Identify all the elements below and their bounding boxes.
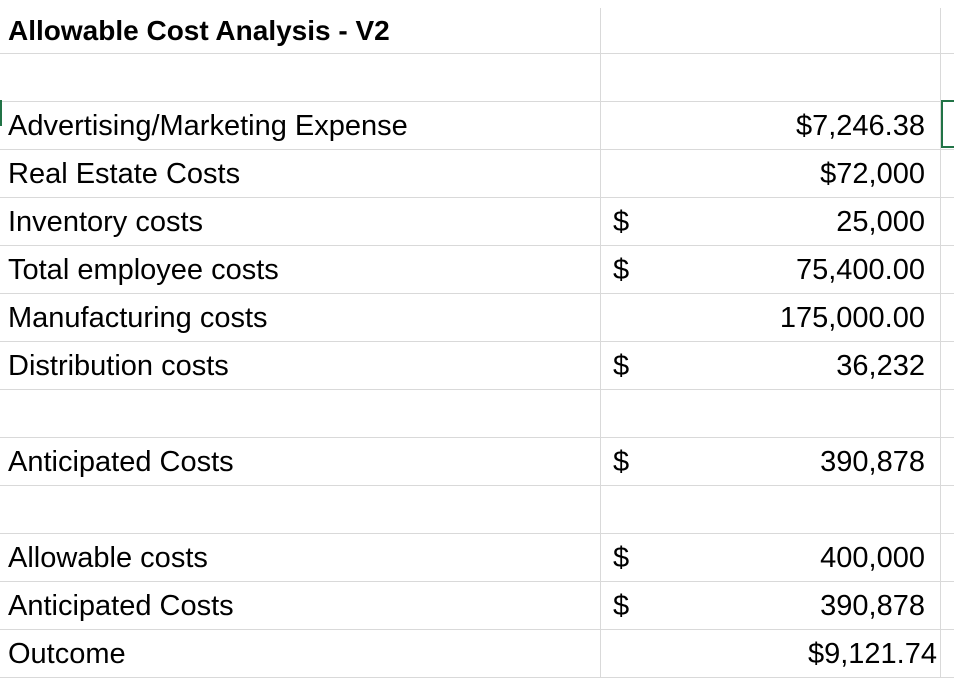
cell-value[interactable]: $72,000 xyxy=(601,150,941,197)
cell-label[interactable]: Inventory costs xyxy=(0,198,601,245)
row-label: Allowable costs xyxy=(8,542,208,574)
sheet-row-anticipated: Anticipated Costs $ 390,878 xyxy=(0,438,954,486)
sheet-row-blank xyxy=(0,486,954,534)
row-value: 36,232 xyxy=(836,350,925,382)
cell-extra[interactable] xyxy=(941,198,954,245)
sheet-title: Allowable Cost Analysis - V2 xyxy=(8,15,390,46)
sheet-row: Total employee costs $ 75,400.00 xyxy=(0,246,954,294)
cell-extra[interactable] xyxy=(941,150,954,197)
active-cell-selection[interactable] xyxy=(941,100,954,148)
cell-label[interactable]: Total employee costs xyxy=(0,246,601,293)
cell-extra[interactable] xyxy=(941,294,954,341)
sheet-row: Anticipated Costs $ 390,878 xyxy=(0,582,954,630)
cell-blank-label[interactable] xyxy=(0,486,601,533)
cell-label[interactable]: Anticipated Costs xyxy=(0,582,601,629)
sheet-row: Allowable costs $ 400,000 xyxy=(0,534,954,582)
cell-extra[interactable] xyxy=(941,342,954,389)
cell-blank-extra[interactable] xyxy=(941,486,954,533)
cell-value[interactable]: $9,121.74 xyxy=(601,630,941,677)
spreadsheet-grid: Allowable Cost Analysis - V2 Advertising… xyxy=(0,0,954,689)
cell-title-value[interactable] xyxy=(601,8,941,53)
cell-value[interactable]: $ 390,878 xyxy=(601,582,941,629)
row-value: 390,878 xyxy=(820,446,925,478)
cell-extra[interactable] xyxy=(941,534,954,581)
row-label: Inventory costs xyxy=(8,206,204,238)
row-value: $7,246.38 xyxy=(795,110,925,142)
row-value: 400,000 xyxy=(820,542,925,574)
currency-symbol: $ xyxy=(613,254,630,286)
currency-symbol: $ xyxy=(613,590,630,622)
cell-value[interactable]: $ 36,232 xyxy=(601,342,941,389)
cell-blank-value[interactable] xyxy=(601,390,941,437)
currency-symbol: $ xyxy=(613,542,630,574)
cell-extra[interactable] xyxy=(941,630,954,677)
row-value: 390,878 xyxy=(820,590,925,622)
cell-label[interactable]: Manufacturing costs xyxy=(0,294,601,341)
cell-blank-label[interactable] xyxy=(0,390,601,437)
cell-title-extra[interactable] xyxy=(941,8,954,53)
cell-blank-extra[interactable] xyxy=(941,54,954,101)
cell-extra[interactable] xyxy=(941,582,954,629)
sheet-row-outcome: Outcome $9,121.74 xyxy=(0,630,954,678)
row-value: $9,121.74 xyxy=(807,638,937,670)
row-value: $72,000 xyxy=(820,158,925,190)
sheet-row: Inventory costs $ 25,000 xyxy=(0,198,954,246)
sheet-row-title: Allowable Cost Analysis - V2 xyxy=(0,8,954,54)
currency-symbol: $ xyxy=(613,206,630,238)
cell-value[interactable]: $ 390,878 xyxy=(601,438,941,485)
row-label: Total employee costs xyxy=(8,254,279,286)
cell-value[interactable]: $ 400,000 xyxy=(601,534,941,581)
cell-label[interactable]: Anticipated Costs xyxy=(0,438,601,485)
cell-blank-value[interactable] xyxy=(601,486,941,533)
row-value: 175,000.00 xyxy=(779,302,925,334)
sheet-row: Distribution costs $ 36,232 xyxy=(0,342,954,390)
cell-label[interactable]: Advertising/Marketing Expense xyxy=(0,102,601,149)
cell-blank-value[interactable] xyxy=(601,54,941,101)
cell-value[interactable]: $ 25,000 xyxy=(601,198,941,245)
sheet-row-blank xyxy=(0,390,954,438)
row-label: Outcome xyxy=(8,638,126,670)
cell-title[interactable]: Allowable Cost Analysis - V2 xyxy=(0,8,601,53)
cell-extra[interactable] xyxy=(941,246,954,293)
cell-label[interactable]: Distribution costs xyxy=(0,342,601,389)
row-selection-accent xyxy=(0,100,2,126)
currency-symbol: $ xyxy=(613,350,630,382)
cell-value[interactable]: $7,246.38 xyxy=(601,102,941,149)
sheet-row-blank xyxy=(0,54,954,102)
row-label: Advertising/Marketing Expense xyxy=(8,110,408,142)
sheet-row: Manufacturing costs 175,000.00 xyxy=(0,294,954,342)
sheet-row: Advertising/Marketing Expense $7,246.38 xyxy=(0,102,954,150)
cell-label[interactable]: Allowable costs xyxy=(0,534,601,581)
row-label: Manufacturing costs xyxy=(8,302,268,334)
row-label: Anticipated Costs xyxy=(8,590,234,622)
row-value: 25,000 xyxy=(836,206,925,238)
cell-blank-label[interactable] xyxy=(0,54,601,101)
row-label: Distribution costs xyxy=(8,350,229,382)
cell-label[interactable]: Real Estate Costs xyxy=(0,150,601,197)
cell-value[interactable]: 175,000.00 xyxy=(601,294,941,341)
sheet-row: Real Estate Costs $72,000 xyxy=(0,150,954,198)
row-label: Real Estate Costs xyxy=(8,158,241,190)
row-value: 75,400.00 xyxy=(795,254,925,286)
cell-label[interactable]: Outcome xyxy=(0,630,601,677)
currency-symbol: $ xyxy=(613,446,630,478)
cell-value[interactable]: $ 75,400.00 xyxy=(601,246,941,293)
cell-extra[interactable] xyxy=(941,438,954,485)
row-label: Anticipated Costs xyxy=(8,446,234,478)
cell-blank-extra[interactable] xyxy=(941,390,954,437)
